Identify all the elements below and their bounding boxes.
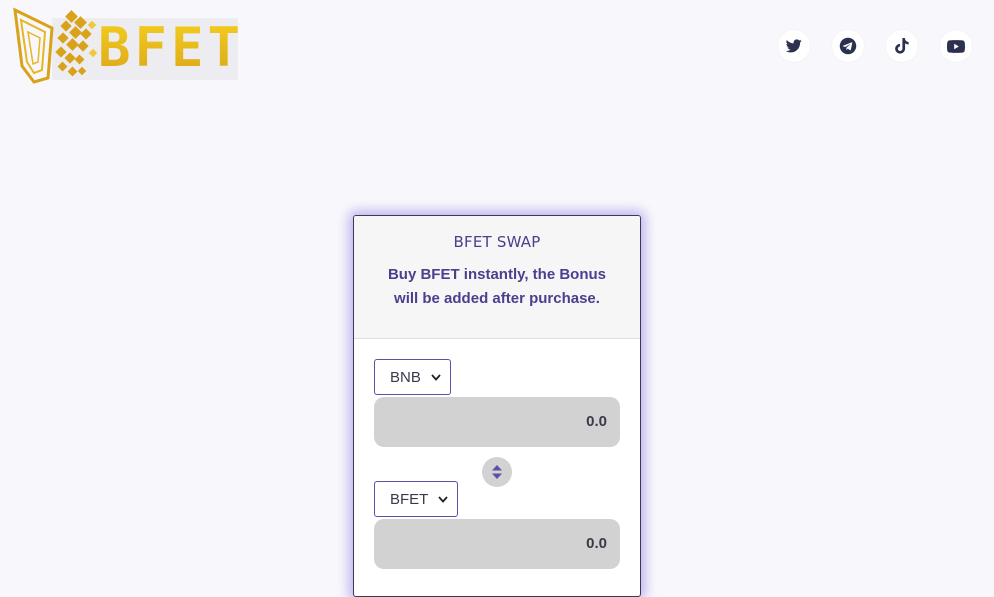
sort-arrows-icon: [492, 465, 502, 479]
swap-direction-button[interactable]: [482, 457, 512, 487]
swap-subtitle: Buy BFET instantly, the Bonus will be ad…: [387, 266, 607, 307]
youtube-icon: [947, 39, 965, 53]
from-token-select[interactable]: BNB: [374, 359, 451, 395]
chevron-down-icon: [431, 373, 441, 381]
to-token-select[interactable]: BFET: [374, 481, 459, 517]
twitter-icon: [786, 39, 802, 53]
brand-logo[interactable]: BFET: [12, 6, 240, 86]
logo-text: BFET: [98, 13, 244, 83]
swap-card-header: BFET SWAP Buy BFET instantly, the Bonus …: [354, 216, 640, 339]
youtube-button[interactable]: [940, 30, 972, 62]
butterfly-icon: [13, 7, 98, 84]
from-amount-input[interactable]: 0.0: [374, 397, 620, 447]
tiktok-button[interactable]: [886, 30, 918, 62]
swap-title: BFET SWAP: [453, 233, 541, 251]
to-token-value: BFET: [390, 490, 429, 508]
tiktok-icon: [895, 38, 909, 54]
social-links: [778, 30, 994, 62]
from-token-value: BNB: [390, 368, 421, 386]
chevron-down-icon: [438, 495, 449, 503]
twitter-button[interactable]: [778, 30, 810, 62]
to-amount-input[interactable]: 0.0: [374, 519, 620, 569]
swap-card-body: BNB 0.0 BFET 0.0: [354, 339, 640, 569]
swap-card: BFET SWAP Buy BFET instantly, the Bonus …: [353, 215, 641, 597]
telegram-icon: [839, 37, 857, 55]
telegram-button[interactable]: [832, 30, 864, 62]
